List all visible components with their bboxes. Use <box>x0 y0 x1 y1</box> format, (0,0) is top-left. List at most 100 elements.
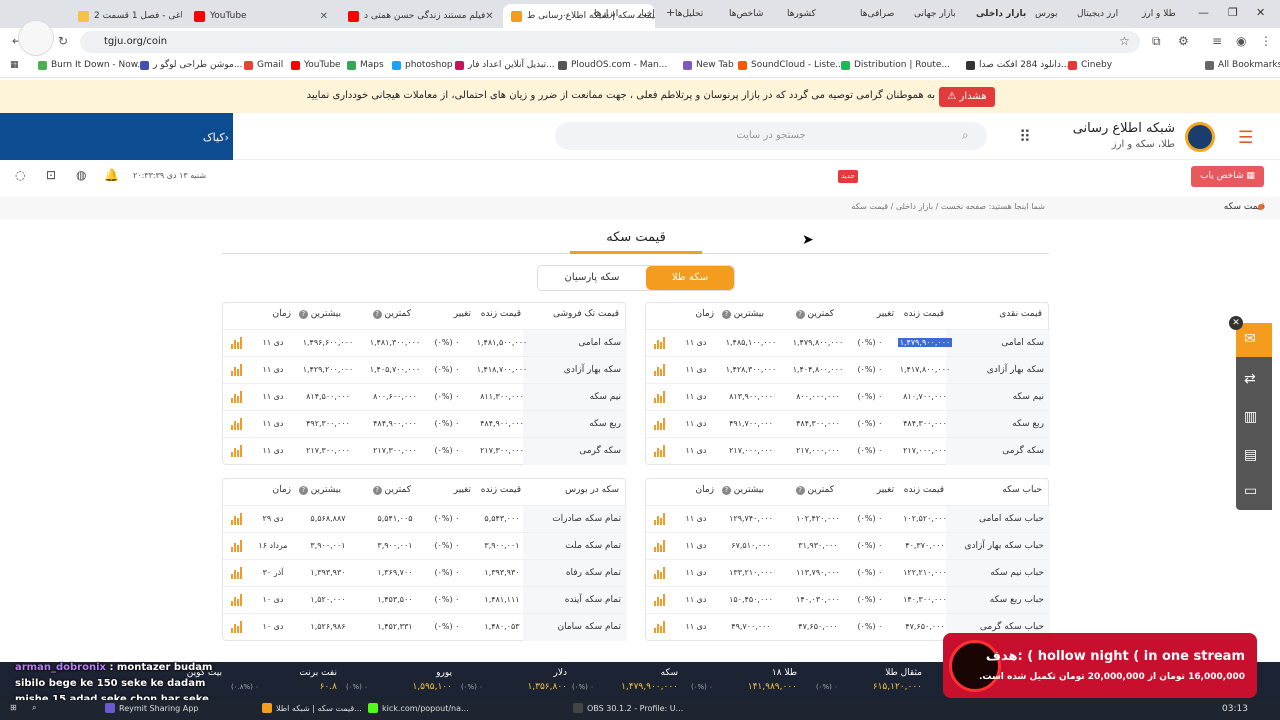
browser-tab-active[interactable]: قیمت سکه | شبکه اطلاع رسانی ط ✕ <box>503 4 655 28</box>
apps-grid-icon[interactable]: ⠿ <box>1019 127 1031 146</box>
bookmark-item[interactable]: YouTube <box>291 60 341 70</box>
ticker-item[interactable]: سکه ۱,۴۷۹,۹۰۰,۰۰۰ (۰%) ۰ <box>566 666 686 696</box>
font-icon[interactable]: ⊡ <box>46 168 56 182</box>
ticker-item[interactable]: مثقال طلا ۶۱۵,۱۲۰,۰۰۰ (۰%) ۰ <box>810 666 930 696</box>
reload-icon[interactable]: ↻ <box>58 34 68 48</box>
taskbar-app[interactable]: OBS 30.1.2 - Profile: U... <box>573 703 683 713</box>
shakhes-yab-button[interactable]: شاخص یاب ▦ <box>1191 166 1264 187</box>
table-row[interactable]: سکه بهار آزادی ۱,۴۱۷,۸۰۰,۰۰۰ (۰%) ۰ ۱,۴۰۴,۸… <box>646 356 1050 384</box>
help-icon[interactable]: ? <box>721 486 731 495</box>
chart-icon[interactable] <box>231 391 243 403</box>
exchange-icon[interactable]: ⇄ <box>1244 371 1256 387</box>
chart-icon[interactable] <box>654 513 666 525</box>
close-icon[interactable]: ✕ <box>485 11 493 22</box>
table-row[interactable]: سکه بهار آزادی ۱,۴۱۸,۷۰۰,۰۰۰ (۰%) ۰ ۱,۴۰۵,۷… <box>223 356 627 384</box>
nav-item[interactable]: ابزارها <box>594 9 618 19</box>
maximize-icon[interactable]: ❐ <box>1228 6 1238 19</box>
chart-icon[interactable] <box>654 337 666 349</box>
table-row[interactable]: تمام سکه صادرات ۵,۵۴۳,۰۰۰ (۰%) ۰ ۵,۵۴۱,۰۰۵ ۵… <box>223 505 627 533</box>
breadcrumb[interactable]: شما اینجا هستید: صفحه نخست / بازار داخلی… <box>851 202 1045 211</box>
menu-icon[interactable]: ⋮ <box>1260 34 1272 48</box>
chat-icon[interactable]: ✉ <box>1244 331 1256 347</box>
search-icon[interactable]: ⌕ <box>962 128 969 143</box>
globe-icon[interactable]: ◍ <box>76 168 86 182</box>
chart-icon[interactable] <box>654 391 666 403</box>
ticker-item[interactable]: طلا ۱۸ ۱۴۱,۹۸۹,۰۰۰ (۰%) ۰ <box>685 666 805 696</box>
hamburger-menu-icon[interactable]: ☰ <box>1238 128 1253 148</box>
chart-icon[interactable] <box>231 364 243 376</box>
table-row[interactable]: تمام سکه رفاه ۱,۳۹۳,۹۳۰ (۰%) ۰ ۱,۳۶۹,۷۰۰ ۱,۳… <box>223 559 627 587</box>
table-row[interactable]: نیم سکه ۸۱۰,۷۰۰,۰۰۰ (۰%) ۰ ۸۰۰,۰۰۰,۰۰۰ ۸۱۳,۹… <box>646 383 1050 411</box>
star-icon[interactable]: ☆ <box>1119 34 1130 48</box>
chart-icon[interactable] <box>654 567 666 579</box>
help-icon[interactable]: ? <box>372 486 382 495</box>
nav-item[interactable]: طلا و ارز <box>1142 9 1176 19</box>
browser-tab[interactable]: یاغی - فصل 1 قسمت 2 ✕ <box>70 4 182 28</box>
close-window-icon[interactable]: ✕ <box>1256 6 1265 19</box>
chart-icon[interactable] <box>231 445 243 457</box>
bookmark-item[interactable]: Gmail <box>244 60 283 70</box>
chart-icon[interactable] <box>654 540 666 552</box>
taskbar-app[interactable]: قیمت سکه | شبکه اطلا... <box>262 703 362 713</box>
help-icon[interactable]: ? <box>298 486 308 495</box>
message-icon[interactable]: ▭ <box>1244 483 1257 499</box>
browser-tab[interactable]: YouTube ✕ <box>186 4 336 28</box>
chart-icon[interactable] <box>654 445 666 457</box>
chart-icon[interactable] <box>231 418 243 430</box>
table-row[interactable]: حباب ربع سکه ۱۴۰,۳۰۰,۰۰۰ (۰%) ۰ ۱۴۰,۰۳۰,۰۰۰… <box>646 586 1050 614</box>
notification-icon[interactable]: 🔔 <box>104 168 119 182</box>
table-row[interactable]: سکه گرمی ۲۱۷,۳۰۰,۰۰۰ (۰%) ۰ ۲۱۷,۳۰۰,۰۰۰ ۲۱۷,… <box>223 437 627 465</box>
comment-icon[interactable]: ◌ <box>15 168 25 182</box>
bookmark-item[interactable]: All Bookmarks <box>1205 60 1280 70</box>
nav-more[interactable]: ... <box>560 9 569 19</box>
table-row[interactable]: ربع سکه ۴۸۴,۳۰۰,۰۰۰ (۰%) ۰ ۴۸۴,۳۰۰,۰۰۰ ۴۹۱,۷… <box>646 410 1050 438</box>
table-row[interactable]: حباب نیم سکه ۱۲۲,۲۱۰,۰۰۰ (۰%) ۰ ۱۱۳,۷۹۰,۰۰۰… <box>646 559 1050 587</box>
search-input[interactable]: جستجو در سایت <box>555 122 987 150</box>
search-icon[interactable]: ⌕ <box>32 703 36 713</box>
start-icon[interactable]: ⊞ <box>10 703 17 712</box>
chart-icon[interactable] <box>654 621 666 633</box>
nav-item[interactable]: تحلیل‌ها <box>675 9 703 19</box>
table-row[interactable]: حباب سکه بهار آزادی ۴۰,۳۷۰,۰۰۰ (۰%) ۰ ۳۱,۹۳… <box>646 532 1050 560</box>
taskbar-app[interactable]: Reymit Sharing App <box>105 703 198 713</box>
table-row[interactable]: نیم سکه ۸۱۱,۳۰۰,۰۰۰ (۰%) ۰ ۸۰۰,۶۰۰,۰۰۰ ۸۱۴,۵… <box>223 383 627 411</box>
table-row[interactable]: تمام سکه سامان ۱,۴۸۰,۰۵۳ (۰%) ۰ ۱,۴۵۲,۳۳۱ ۱,… <box>223 613 627 641</box>
ad-banner[interactable]: کیاک› <box>0 113 233 160</box>
logo-icon[interactable] <box>1185 122 1215 152</box>
extension-icon[interactable]: ⧉ <box>1152 34 1161 49</box>
minimize-icon[interactable]: — <box>1198 6 1209 19</box>
browser-tab[interactable]: فیلم مستند زندگی حسن همتی د ✕ <box>340 4 500 28</box>
bookmark-item[interactable]: موشن طراحی لوگو ر... <box>140 60 242 70</box>
url-input[interactable]: tgju.org/coin <box>80 31 1140 53</box>
help-icon[interactable]: ? <box>372 310 382 319</box>
chart-icon[interactable] <box>231 540 243 552</box>
table-row[interactable]: سکه گرمی ۲۱۷,۰۰۰,۰۰۰ (۰%) ۰ ۲۱۷,۰۰۰,۰۰۰ ۲۱۷,… <box>646 437 1050 465</box>
library-icon[interactable]: ▥ <box>1244 409 1257 425</box>
bookmark-item[interactable]: تبدیل آنلاین اعداد فار... <box>455 60 555 70</box>
bookmark-item[interactable]: Cineby <box>1068 60 1112 70</box>
new-tab-icon[interactable]: + <box>666 6 675 19</box>
media-icon[interactable]: ≡ <box>1212 34 1222 48</box>
table-row[interactable]: ربع سکه ۴۸۴,۹۰۰,۰۰۰ (۰%) ۰ ۴۸۴,۹۰۰,۰۰۰ ۴۹۲,۳… <box>223 410 627 438</box>
nav-item[interactable]: بورس <box>1035 9 1058 19</box>
chart-icon[interactable] <box>231 567 243 579</box>
tab-gold-coin[interactable]: سکه طلا <box>646 266 734 290</box>
chart-icon[interactable] <box>654 594 666 606</box>
bookmark-item[interactable]: Distribution | Route... <box>841 60 950 70</box>
nav-item[interactable]: شاخص‌ها <box>729 9 763 19</box>
table-row[interactable]: تمام سکه ملت ۳,۹۰۰,۰۰۱ (۰%) ۰ ۳,۹۰۰,۰۰۱ ۳,۹۰… <box>223 532 627 560</box>
help-icon[interactable]: ? <box>298 310 308 319</box>
bookmark-item[interactable]: Burn It Down - Now... <box>38 60 146 70</box>
document-icon[interactable]: ▤ <box>1244 447 1257 463</box>
ticker-item[interactable]: دلار ۱,۳۵۶,۸۰۰ (۰%) ۰ <box>455 666 575 696</box>
tab-parsian-coin[interactable]: سکه پارسیان <box>538 266 646 290</box>
bookmark-item[interactable]: photoshop <box>392 60 453 70</box>
help-icon[interactable]: ? <box>721 310 731 319</box>
chart-icon[interactable] <box>231 621 243 633</box>
chart-icon[interactable] <box>654 418 666 430</box>
ticker-item[interactable]: یورو ۱,۵۹۵,۱۰۰ (۰%) ۰ <box>340 666 460 696</box>
nav-item[interactable]: بازار جهانی <box>914 9 956 19</box>
ticker-item[interactable]: نفت برنت ۶۰.۸ (۰.۸%) ۰ <box>225 666 345 696</box>
chart-icon[interactable] <box>231 513 243 525</box>
chart-icon[interactable] <box>231 337 243 349</box>
